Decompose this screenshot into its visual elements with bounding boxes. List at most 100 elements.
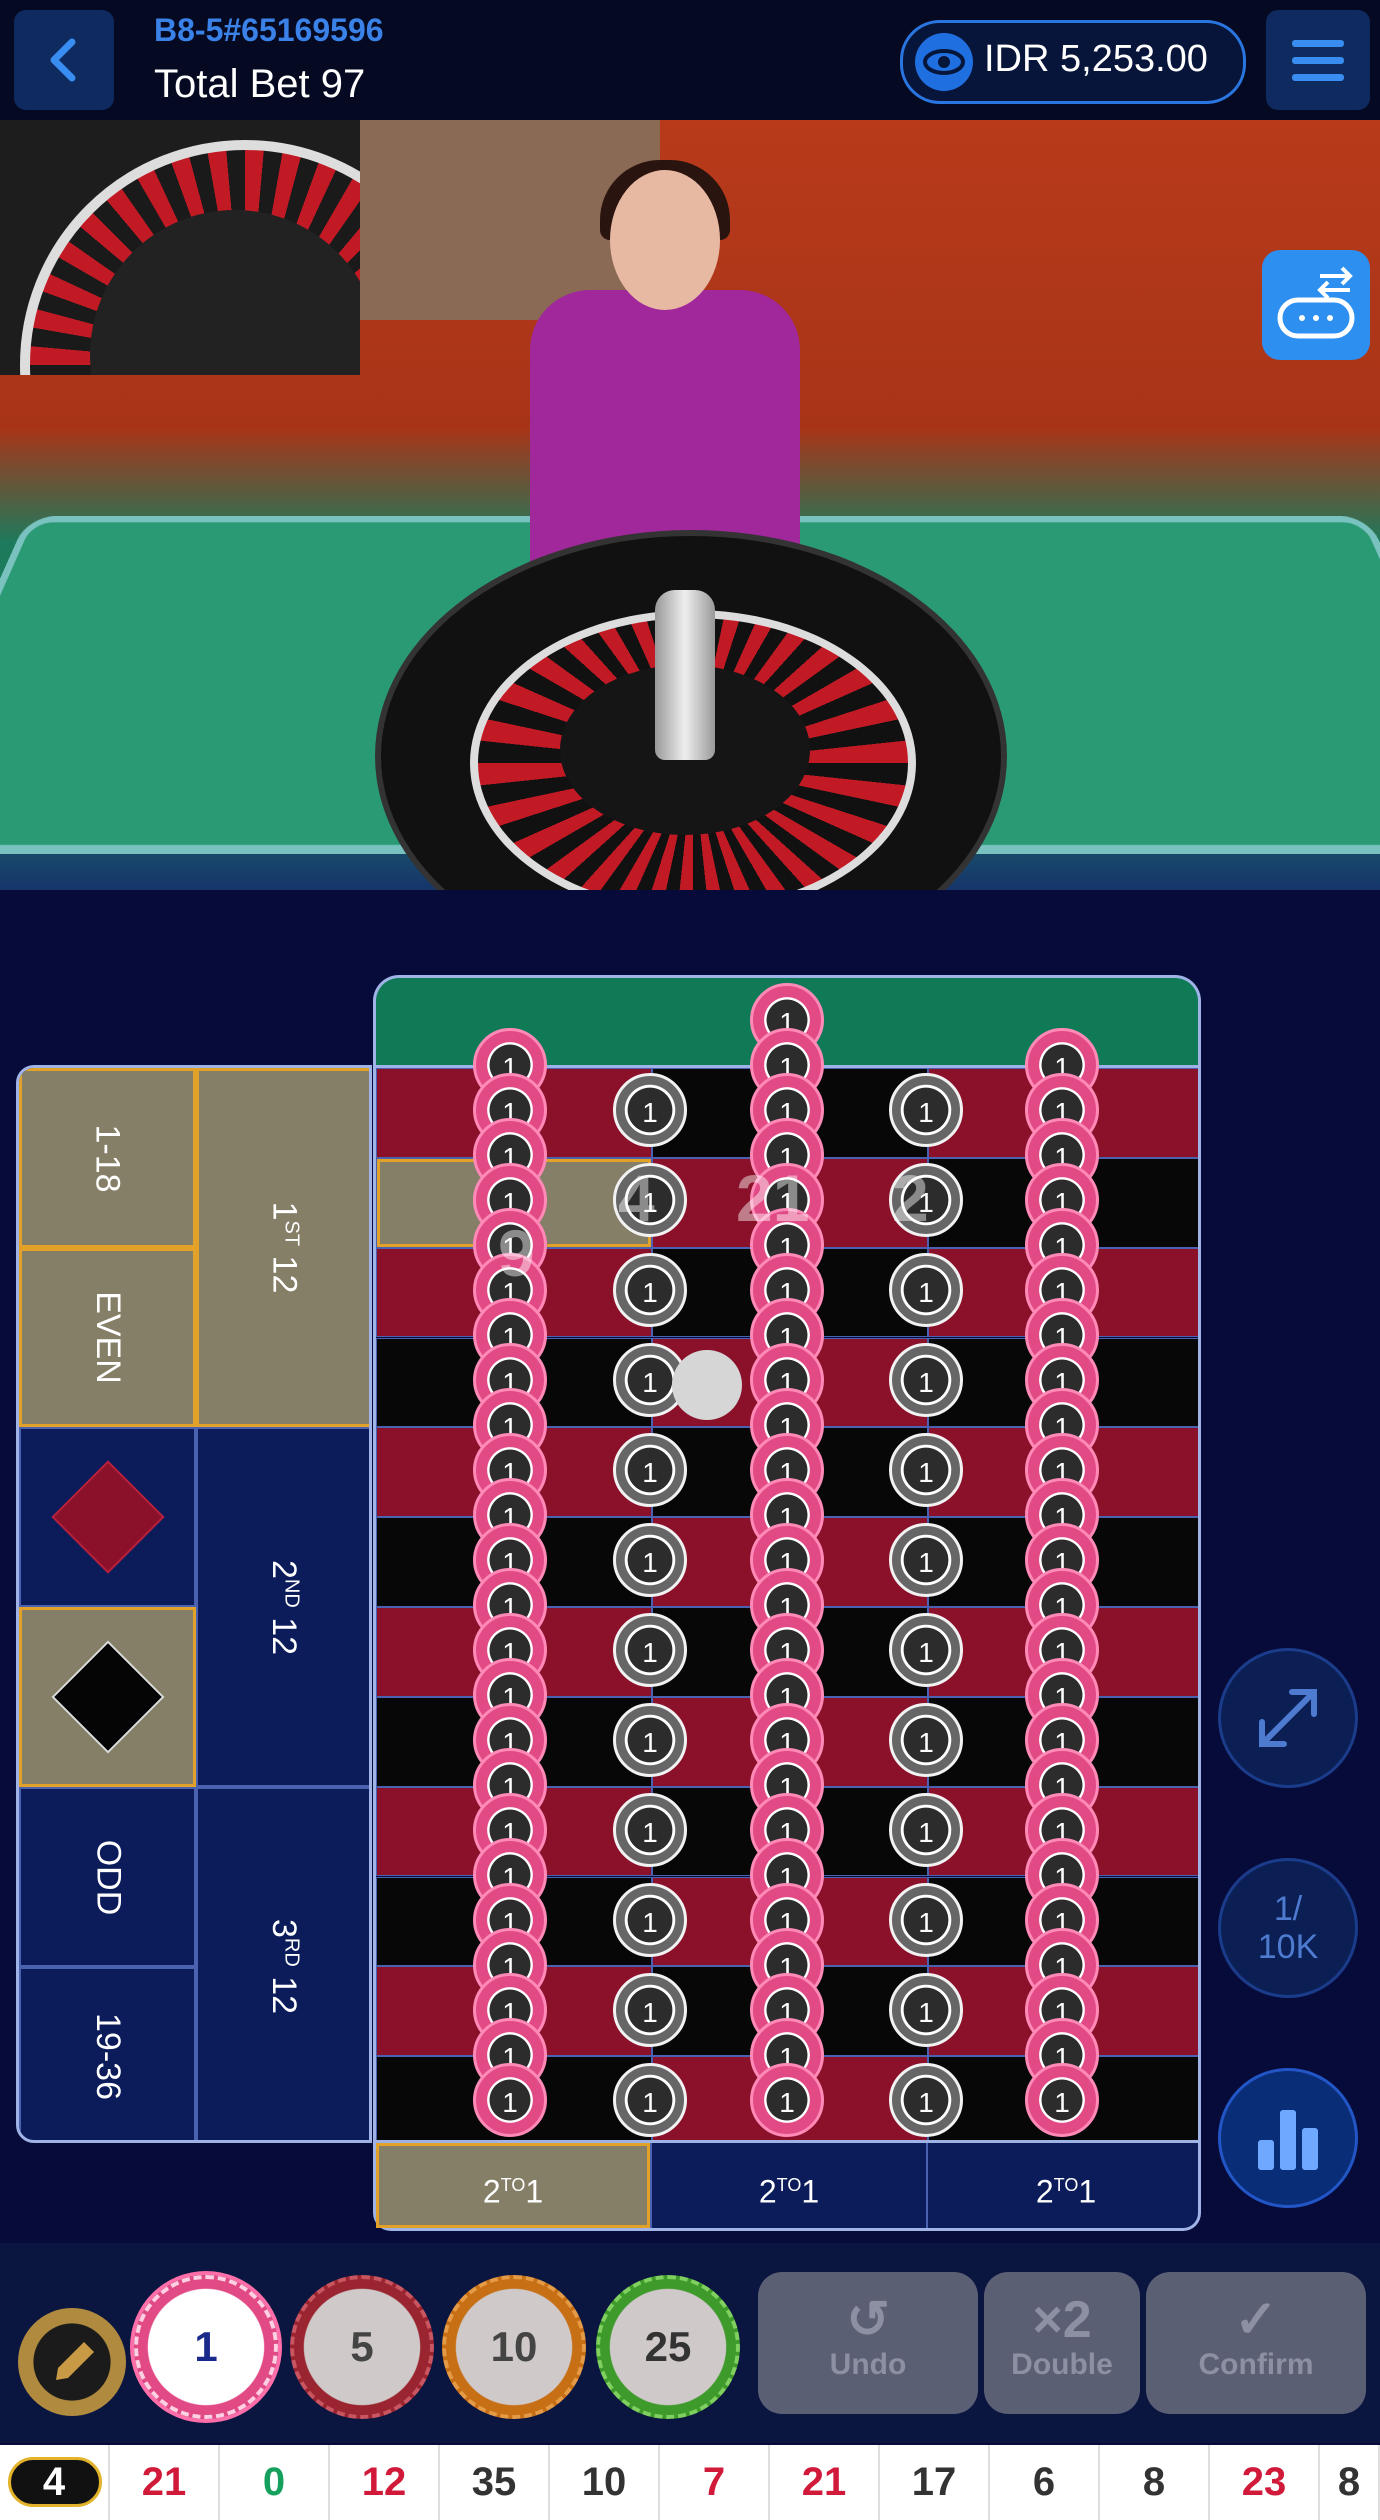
dealer-face	[610, 170, 720, 310]
history-number: 23	[1210, 2445, 1320, 2520]
statistics-button[interactable]	[1218, 2068, 1358, 2208]
placed-chip[interactable]: 1	[889, 1703, 963, 1777]
undo-icon: ↺	[846, 2291, 890, 2349]
chip-10-value: 10	[490, 2323, 538, 2370]
placed-chip[interactable]: 1	[889, 1073, 963, 1147]
chip-10[interactable]: 10	[442, 2275, 586, 2419]
live-video	[0, 120, 1380, 890]
placed-chip[interactable]: 1	[889, 1343, 963, 1417]
dozen-bet-2[interactable]: 2ND 12	[196, 1427, 369, 1787]
dozen-bet-3[interactable]: 3RD 12	[196, 1787, 369, 2140]
odd-bet[interactable]: ODD	[19, 1787, 196, 1967]
bet-limit-button[interactable]: 1/ 10K	[1218, 1858, 1358, 1998]
chip-1[interactable]: 1	[134, 2275, 278, 2419]
placed-chip[interactable]: 1	[613, 1523, 687, 1597]
chip-5-value: 5	[350, 2323, 374, 2370]
dozen-suffix: 12	[265, 1966, 304, 2015]
history-number: 35	[440, 2445, 550, 2520]
eye-icon	[915, 33, 973, 91]
even-bet[interactable]: EVEN	[19, 1248, 196, 1427]
edit-chips-button[interactable]	[18, 2308, 126, 2416]
placed-chip[interactable]: 1	[750, 2063, 824, 2137]
placed-chip[interactable]: 1	[613, 1703, 687, 1777]
column-bet-1[interactable]: 2TO1	[376, 2143, 652, 2228]
placed-chip[interactable]: 1	[889, 1253, 963, 1327]
black-bet[interactable]	[19, 1607, 196, 1787]
low-bet-label: 1-18	[89, 1123, 127, 1193]
double-icon: ×2	[1032, 2291, 1092, 2349]
placed-chip[interactable]: 1	[889, 1883, 963, 1957]
low-bet[interactable]: 1-18	[19, 1068, 196, 1248]
placed-chip[interactable]: 1	[473, 2063, 547, 2137]
black-diamond-icon	[50, 1640, 165, 1754]
dozen-sup: RD	[280, 1937, 303, 1967]
placed-chip[interactable]: 1	[889, 1613, 963, 1687]
dozen-label: 2	[265, 1559, 304, 1579]
menu-button[interactable]	[1266, 10, 1370, 110]
placed-chip[interactable]: 1	[1025, 2063, 1099, 2137]
column-bet-sup: TO	[776, 2175, 802, 2195]
placed-chip[interactable]: 1	[889, 1793, 963, 1867]
history-number: 8	[1320, 2445, 1380, 2520]
dozen-bet-1[interactable]: 1ST 12	[196, 1068, 369, 1427]
column-bet-sup: TO	[500, 2175, 526, 2195]
outside-bets: 1-18 EVEN ODD 19-36 1ST 12 2ND 12 3RD 12	[16, 1065, 372, 2143]
double-label: Double	[1011, 2348, 1113, 2381]
column-bet-3[interactable]: 2TO1	[928, 2143, 1204, 2228]
dozen-label: 1	[265, 1201, 304, 1221]
dozen-suffix: 12	[265, 1607, 304, 1655]
bar-chart-icon	[1258, 2110, 1318, 2170]
history-number: 12	[330, 2445, 440, 2520]
wheel-spindle	[655, 590, 715, 760]
placed-chip[interactable]: 1	[613, 1613, 687, 1687]
fullscreen-button[interactable]	[1218, 1648, 1358, 1788]
placed-chip[interactable]: 1	[889, 1433, 963, 1507]
switch-view-button[interactable]	[1262, 250, 1370, 360]
history-number: 4	[0, 2445, 110, 2520]
latest-result-badge	[8, 2457, 102, 2507]
total-bet: Total Bet 97	[154, 62, 366, 106]
placed-chip[interactable]: 1	[613, 1793, 687, 1867]
placed-chip[interactable]: 1	[889, 2063, 963, 2137]
hamburger-menu-icon	[1292, 40, 1344, 81]
placed-chip[interactable]: 1	[613, 1073, 687, 1147]
history-number: 0	[220, 2445, 330, 2520]
placed-chip[interactable]: 1	[889, 1523, 963, 1597]
back-button[interactable]	[14, 10, 114, 110]
history-number: 7	[660, 2445, 770, 2520]
history-number: 8	[1100, 2445, 1210, 2520]
chip-25[interactable]: 25	[596, 2275, 740, 2419]
dozen-sup: ST	[280, 1220, 303, 1247]
column-bet-label: 2	[758, 2173, 777, 2210]
column-bet-suffix: 1	[1078, 2173, 1097, 2210]
chip-5[interactable]: 5	[290, 2275, 434, 2419]
column-bets: 2TO1 2TO1 2TO1	[373, 2143, 1201, 2231]
placed-chip[interactable]: 1	[613, 2063, 687, 2137]
placed-chip[interactable]: 1	[613, 1433, 687, 1507]
column-bet-sup: TO	[1053, 2175, 1079, 2195]
undo-button[interactable]: ↺ Undo	[758, 2272, 978, 2414]
column-bet-label: 2	[482, 2173, 501, 2210]
confirm-button[interactable]: ✓ Confirm	[1146, 2272, 1366, 2414]
round-id: B8-5#65169596	[154, 12, 384, 48]
history-number: 21	[110, 2445, 220, 2520]
history-number: 21	[770, 2445, 880, 2520]
placed-chip[interactable]: 1	[889, 1973, 963, 2047]
column-bet-2[interactable]: 2TO1	[652, 2143, 928, 2228]
placed-chip[interactable]: 1	[613, 1883, 687, 1957]
odd-bet-label: ODD	[89, 1839, 127, 1915]
chip-25-value: 25	[644, 2323, 692, 2370]
drag-cursor[interactable]	[672, 1350, 742, 1420]
red-bet[interactable]	[19, 1427, 196, 1607]
switch-view-icon	[1277, 266, 1355, 339]
high-bet[interactable]: 19-36	[19, 1967, 196, 2140]
history-number: 17	[880, 2445, 990, 2520]
column-bet-suffix: 1	[525, 2173, 544, 2210]
check-icon: ✓	[1234, 2291, 1278, 2349]
placed-chip[interactable]: 1	[613, 1253, 687, 1327]
red-diamond-icon	[50, 1460, 165, 1574]
double-button[interactable]: ×2 Double	[984, 2272, 1140, 2414]
dozen-sup: ND	[280, 1578, 303, 1608]
placed-chip[interactable]: 1	[613, 1973, 687, 2047]
dozen-label: 3	[265, 1918, 304, 1938]
